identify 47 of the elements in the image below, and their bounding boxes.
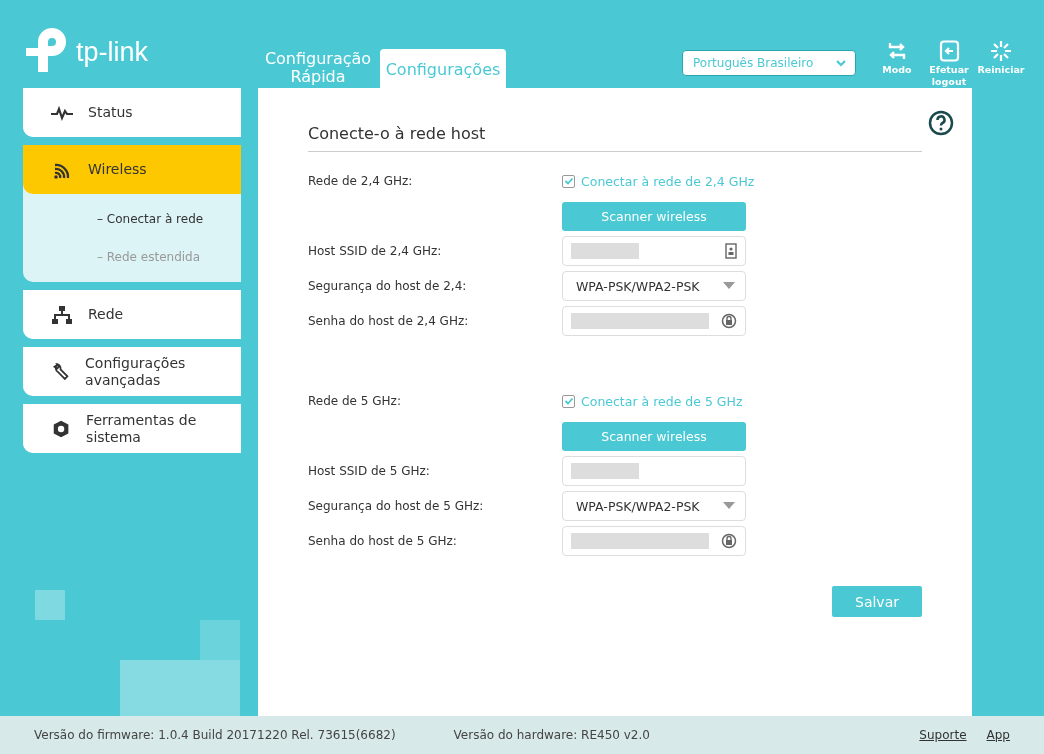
caret-down-icon (723, 502, 735, 510)
tab[interactable]: Configurações (380, 49, 506, 88)
hardware-version: Versão do hardware: RE450 v2.0 (453, 728, 650, 742)
field-label: Rede de 2,4 GHz: (308, 174, 414, 188)
network-icon (51, 304, 73, 325)
firmware-version: Versão do firmware: 1.0.4 Build 20171220 Rel. 73615(6682) (34, 728, 396, 742)
loading-spinner-icon (989, 40, 1013, 62)
save-button[interactable]: Salvar (832, 586, 922, 617)
input-field[interactable] (562, 236, 746, 266)
checkmark-icon (563, 176, 574, 186)
logout-icon (937, 40, 961, 62)
checkbox[interactable]: Conectar à rede de 2,4 GHz (562, 173, 755, 189)
sidebar-item[interactable]: Wireless (23, 145, 241, 194)
security-dropdown[interactable]: WPA-PSK/WPA2-PSK (562, 271, 746, 301)
field-label: Senha do host de 5 GHz: (308, 534, 458, 548)
background-square (35, 590, 65, 620)
mode-button[interactable]: Modo (874, 40, 920, 76)
field-label: Segurança do host de 5 GHz: (308, 499, 485, 513)
tab[interactable]: Configuração Rápida (262, 46, 374, 88)
caret-down-icon (723, 282, 735, 290)
checkbox[interactable]: Conectar à rede de 5 GHz (562, 393, 743, 409)
wrench-icon (51, 361, 71, 382)
logo-text: tp-link (76, 36, 149, 68)
footer-link[interactable]: Suporte (919, 728, 967, 742)
field-label: Host SSID de 5 GHz: (308, 464, 431, 478)
input-field[interactable] (562, 456, 746, 486)
scan-button[interactable]: Scanner wireless (562, 421, 746, 451)
field-label: Senha do host de 2,4 GHz: (308, 314, 470, 328)
contact-card-icon (725, 243, 737, 259)
scan-button[interactable]: Scanner wireless (562, 201, 746, 231)
field-label: Segurança do host de 2,4: (308, 279, 468, 293)
reboot-button[interactable]: Reiniciar (978, 40, 1024, 76)
footer-link[interactable]: App (986, 728, 1010, 742)
submenu-item[interactable]: – Rede estendida (97, 250, 241, 264)
language-dropdown[interactable]: Português Brasileiro (682, 50, 856, 76)
chevron-down-icon (835, 59, 847, 67)
field-label: Rede de 5 GHz: (308, 394, 402, 408)
checkmark-icon (563, 396, 574, 406)
redacted-block (571, 243, 639, 259)
submenu-item[interactable]: – Conectar à rede (97, 212, 241, 226)
password-field[interactable] (562, 306, 746, 336)
logout-button[interactable]: Efetuar logout (926, 40, 972, 88)
field-label: Host SSID de 2,4 GHz: (308, 244, 443, 258)
security-dropdown[interactable]: WPA-PSK/WPA2-PSK (562, 491, 746, 521)
section-title: Conecte-o à rede host (308, 124, 922, 152)
redacted-block (571, 463, 639, 479)
password-field[interactable] (562, 526, 746, 556)
